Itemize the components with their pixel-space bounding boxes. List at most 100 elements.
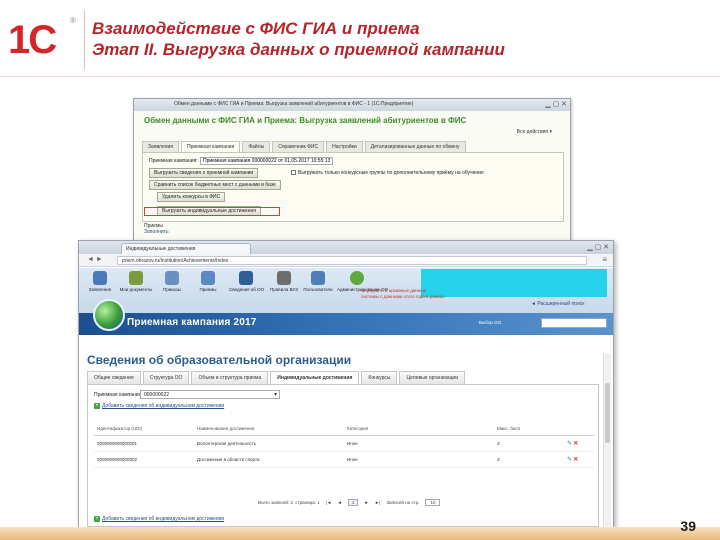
only-contest-groups-checkbox[interactable]: Выгружать только конкурсные группы по до… bbox=[291, 170, 484, 176]
pager: Всего записей: 2, страница: 1 |◄ ◄ 1 ► ►… bbox=[258, 499, 441, 506]
delete-icon[interactable]: ✕ bbox=[573, 441, 578, 447]
banner-title: Приемная кампания 2017 bbox=[127, 317, 257, 328]
page-number: 39 bbox=[680, 518, 696, 534]
browser-menu-icon[interactable]: ≡ bbox=[602, 255, 607, 264]
cell-max-score: 3 bbox=[494, 435, 564, 452]
edit-icon[interactable]: ✎ bbox=[567, 441, 572, 447]
slide-title-line2: Этап II. Выгрузка данных о приемной камп… bbox=[92, 40, 505, 59]
tab-individual-achievements[interactable]: Индивидуальные достижения bbox=[270, 371, 360, 385]
add-link-text: Добавить сведения об индивидуальном дост… bbox=[102, 403, 225, 409]
add-achievement-link-bottom[interactable]: + Добавить сведения об индивидуальном дос… bbox=[94, 516, 224, 522]
toolbar-rules[interactable]: Правила ВУЗ bbox=[267, 271, 301, 292]
window-titlebar: Обмен данными с ФИС ГИА и Приема: Выгруз… bbox=[134, 99, 570, 111]
advanced-search-link[interactable]: ◄ Расширенный поиск bbox=[531, 301, 584, 307]
campaign-select-label: Приемная кампания bbox=[94, 392, 142, 398]
browser-window-controls[interactable]: ▁ ▢ ✕ bbox=[587, 243, 609, 251]
org-select-label: Выбор ОО bbox=[479, 320, 502, 325]
toolbar-label: Пользователи bbox=[303, 287, 333, 292]
campaign-select[interactable]: 000000022 ▾ bbox=[140, 390, 280, 399]
checkbox-box[interactable] bbox=[291, 170, 296, 176]
window-title: Обмен данными с ФИС ГИА и Приема: Выгруз… bbox=[174, 101, 414, 107]
tab-contests[interactable]: Конкурсы bbox=[361, 371, 398, 385]
achievements-panel: Приемная кампания 000000022 ▾ + Добавить … bbox=[87, 384, 599, 527]
campaign-select-value: 000000022 bbox=[144, 392, 170, 398]
tab-target-orgs[interactable]: Целевые организации bbox=[399, 371, 466, 385]
globe-icon bbox=[93, 299, 125, 331]
highlight-frame bbox=[144, 207, 280, 216]
toolbar-users[interactable]: Пользователи bbox=[301, 271, 335, 292]
campaign-field[interactable]: Приемная кампания 000000022 от 01.05.201… bbox=[200, 157, 334, 165]
toolbar-label: Правила ВУЗ bbox=[270, 287, 298, 292]
pager-summary: Всего записей: 2, страница: 1 bbox=[258, 500, 320, 505]
page-size-select[interactable]: 10 bbox=[425, 499, 441, 506]
toolbar-admissions[interactable]: Приемы bbox=[191, 271, 225, 292]
tab-org-structure[interactable]: Структура ОО bbox=[142, 371, 190, 385]
toolbar-label: Приказы bbox=[162, 287, 182, 292]
cell-uid: 0000000000000001 bbox=[94, 435, 194, 452]
achievements-table: Идентификатор (UID) Наименование достиже… bbox=[94, 423, 594, 468]
pager-next-icon[interactable]: ► bbox=[364, 500, 368, 505]
tab-general-info[interactable]: Общие сведения bbox=[87, 371, 141, 385]
window-controls[interactable]: ▁ ▢ ✕ bbox=[545, 100, 567, 108]
toolbar-applications[interactable]: Заявления bbox=[83, 271, 117, 292]
form-heading: Обмен данными с ФИС ГИА и Приема: Выгруз… bbox=[144, 116, 467, 125]
cell-category: Иное bbox=[344, 451, 494, 468]
highlight-overlay bbox=[421, 269, 607, 297]
header-divider bbox=[84, 10, 85, 70]
browser-window: Индивидуальные достижения ▁ ▢ ✕ ◄ ► prie… bbox=[78, 240, 614, 528]
slide-title: Взаимодействие с ФИС ГИА и приема Этап I… bbox=[92, 18, 505, 60]
institution-icon bbox=[239, 271, 253, 285]
col-actions bbox=[564, 423, 594, 436]
toolbar-label: Приемы bbox=[199, 287, 217, 292]
all-actions-menu[interactable]: Все действия ▾ bbox=[517, 129, 552, 135]
toolbar-label: Мои документы bbox=[119, 287, 153, 292]
1c-exchange-window: Обмен данными с ФИС ГИА и Приема: Выгруз… bbox=[133, 98, 571, 248]
col-category[interactable]: Категория bbox=[344, 423, 494, 436]
app-toolbar: Заявления Мои документы Приказы Приемы С… bbox=[79, 268, 613, 313]
col-name[interactable]: Наименование достижения bbox=[194, 423, 344, 436]
toolbar-orders[interactable]: Приказы bbox=[155, 271, 189, 292]
upload-campaign-button[interactable]: Выгрузить сведения о приемной кампании bbox=[149, 168, 259, 178]
scrollbar-thumb[interactable] bbox=[605, 383, 610, 443]
compare-budget-places-button[interactable]: Сравнить список бюджетных мест с данными… bbox=[149, 180, 281, 190]
checkbox-label: Выгружать только конкурсные группы по до… bbox=[298, 170, 484, 176]
add-link-text: Добавить сведения об индивидуальном дост… bbox=[102, 516, 225, 522]
notice-line2: системы с данными этого года в рамках bbox=[361, 294, 445, 299]
delete-icon[interactable]: ✕ bbox=[573, 457, 578, 463]
campaign-label: Приемная кампания: bbox=[149, 158, 198, 164]
documents-icon bbox=[129, 271, 143, 285]
orders-icon bbox=[165, 271, 179, 285]
browser-tab[interactable]: Индивидуальные достижения bbox=[121, 243, 251, 254]
pager-first-icon[interactable]: |◄ bbox=[326, 500, 332, 505]
address-bar: ◄ ► priem.obrazov.ru/Institution/Achieve… bbox=[79, 254, 613, 267]
applications-icon bbox=[93, 271, 107, 285]
pager-prev-icon[interactable]: ◄ bbox=[337, 500, 341, 505]
tab-admission-volume[interactable]: Объем и структура приема bbox=[191, 371, 269, 385]
org-select-input[interactable] bbox=[541, 318, 607, 328]
footer-band bbox=[0, 527, 720, 540]
back-forward-icon[interactable]: ◄ ► bbox=[87, 256, 103, 263]
browser-tabbar: Индивидуальные достижения ▁ ▢ ✕ bbox=[79, 241, 613, 254]
cell-actions: ✎ ✕ bbox=[564, 435, 594, 452]
col-uid[interactable]: Идентификатор (UID) bbox=[94, 423, 194, 436]
toolbar-org-info[interactable]: Сведения об ОО bbox=[229, 271, 264, 292]
gear-icon bbox=[350, 271, 364, 285]
edit-icon[interactable]: ✎ bbox=[567, 457, 572, 463]
logo-registered-mark: ® bbox=[70, 16, 76, 25]
add-achievement-link-top[interactable]: + Добавить сведения об индивидуальном дос… bbox=[94, 403, 224, 409]
toolbar-label: Заявления bbox=[88, 287, 112, 292]
cell-actions: ✎ ✕ bbox=[564, 451, 594, 468]
cell-name: Достижения в области спорта bbox=[194, 451, 344, 468]
toolbar-my-documents[interactable]: Мои документы bbox=[119, 271, 153, 292]
pager-last-icon[interactable]: ►| bbox=[375, 500, 381, 505]
page-scrollbar[interactable] bbox=[603, 353, 611, 527]
col-max-score[interactable]: Макс. балл bbox=[494, 423, 564, 436]
delete-contests-button[interactable]: Удалить конкурсы в ФИС bbox=[157, 192, 226, 202]
url-field[interactable]: priem.obrazov.ru/Institution/Achievement… bbox=[117, 256, 587, 265]
chevron-down-icon: ▾ bbox=[273, 392, 277, 398]
fill-link[interactable]: Заполнить bbox=[144, 229, 169, 235]
org-tabs: Общие сведения Структура ОО Объем и стру… bbox=[87, 371, 466, 385]
logo-text: 1С bbox=[8, 18, 57, 62]
pager-current-page: 1 bbox=[347, 499, 359, 506]
header-underline bbox=[0, 76, 720, 77]
